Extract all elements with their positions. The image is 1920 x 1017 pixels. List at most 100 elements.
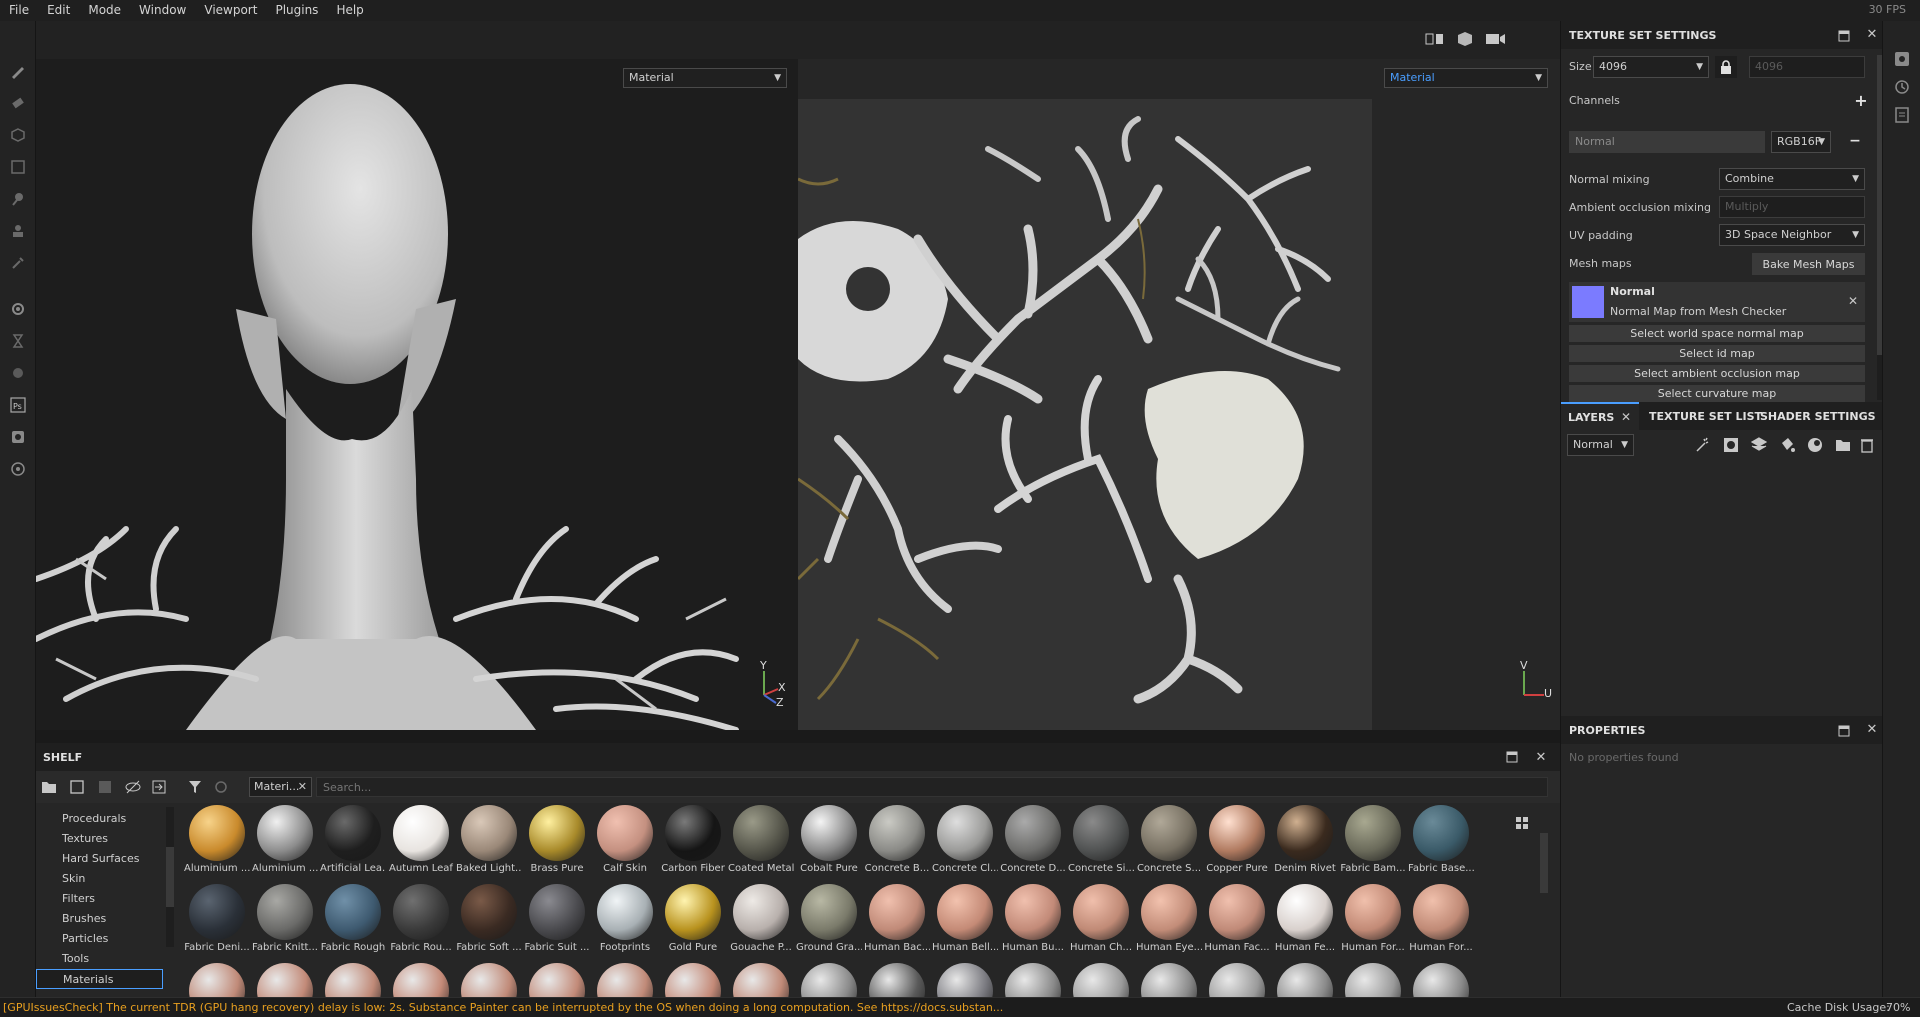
material-thumbnail[interactable]: Concrete Si... — [1068, 805, 1134, 874]
material-thumbnail[interactable] — [660, 963, 726, 997]
close-icon[interactable]: ✕ — [1865, 27, 1879, 42]
menu-file[interactable]: File — [0, 0, 38, 21]
remove-channel-icon[interactable]: − — [1847, 133, 1863, 149]
material-thumbnail[interactable] — [864, 963, 930, 997]
substance-icon[interactable] — [8, 363, 28, 383]
material-thumbnail[interactable]: Denim Rivet — [1272, 805, 1338, 874]
add-layer-icon[interactable] — [1751, 437, 1767, 453]
material-thumbnail[interactable] — [524, 963, 590, 997]
polygon-fill-icon[interactable] — [8, 157, 28, 177]
select-id-map-button[interactable]: Select id map — [1569, 345, 1865, 362]
menu-mode[interactable]: Mode — [79, 0, 130, 21]
clone-stamp-icon[interactable] — [8, 221, 28, 241]
material-thumbnail[interactable]: Concrete Cl... — [932, 805, 998, 874]
close-icon[interactable]: ✕ — [1865, 722, 1879, 737]
material-thumbnail[interactable]: Coated Metal — [728, 805, 794, 874]
menu-help[interactable]: Help — [327, 0, 372, 21]
material-thumbnail[interactable] — [1204, 963, 1270, 997]
add-fill-layer-icon[interactable] — [1779, 437, 1795, 453]
close-icon[interactable]: ✕ — [1533, 749, 1549, 765]
material-thumbnail[interactable]: Fabric Deni... — [184, 884, 250, 953]
category-brushes[interactable]: Brushes — [62, 909, 106, 929]
menu-plugins[interactable]: Plugins — [266, 0, 327, 21]
material-thumbnail[interactable]: Human For... — [1340, 884, 1406, 953]
material-thumbnail[interactable]: Aluminium ... — [184, 805, 250, 874]
display-cube-icon[interactable] — [1454, 29, 1476, 49]
hide-icon[interactable] — [124, 778, 142, 796]
add-smart-material-icon[interactable] — [1807, 437, 1823, 453]
mesh-map-slot-normal[interactable]: Normal Normal Map from Mesh Checker ✕ — [1569, 282, 1865, 322]
material-thumbnail[interactable]: Artificial Lea... — [320, 805, 386, 874]
category-particles[interactable]: Particles — [62, 929, 108, 949]
material-thumbnail[interactable] — [388, 963, 454, 997]
grid-scrollbar[interactable] — [1540, 833, 1548, 893]
channel-format-select[interactable]: RGB16F ▼ — [1771, 131, 1831, 153]
viewport-channel-select-2d[interactable]: Material ▼ — [1384, 68, 1548, 88]
reset-icon[interactable] — [212, 778, 230, 796]
save-icon[interactable] — [96, 778, 114, 796]
viewport-channel-select-3d[interactable]: Material ▼ — [623, 68, 787, 88]
import-icon[interactable] — [150, 778, 168, 796]
close-icon[interactable]: ✕ — [1621, 410, 1631, 424]
material-thumbnail[interactable]: Human Eye... — [1136, 884, 1202, 953]
layer-blend-select[interactable]: Normal ▼ — [1567, 434, 1634, 456]
material-thumbnail[interactable] — [1068, 963, 1134, 997]
material-thumbnail[interactable] — [592, 963, 658, 997]
category-filters[interactable]: Filters — [62, 889, 95, 909]
category-textures[interactable]: Textures — [62, 829, 108, 849]
category-skin[interactable]: Skin — [62, 869, 85, 889]
grid-view-icon[interactable] — [1514, 815, 1530, 831]
material-thumbnail[interactable]: Human Ch... — [1068, 884, 1134, 953]
viewport-2d-uv[interactable]: Material ▼ V U — [798, 59, 1560, 730]
log-icon[interactable] — [1894, 107, 1910, 123]
material-thumbnail[interactable]: Gold Pure — [660, 884, 726, 953]
split-view-icon[interactable] — [1424, 29, 1446, 49]
category-scrollbar[interactable] — [166, 807, 174, 947]
material-thumbnail[interactable]: Carbon Fiber — [660, 805, 726, 874]
settings-gear-icon[interactable] — [8, 299, 28, 319]
normal-mixing-select[interactable]: Combine ▼ — [1719, 168, 1865, 190]
camera-video-icon[interactable] — [1484, 29, 1508, 49]
add-folder-icon[interactable] — [1835, 437, 1851, 453]
tab-shader-settings[interactable]: SHADER SETTINGS — [1760, 410, 1876, 423]
shelf-search-input[interactable] — [316, 777, 1548, 797]
history-icon[interactable] — [1894, 79, 1910, 95]
material-thumbnail[interactable] — [184, 963, 250, 997]
material-thumbnail[interactable]: Brass Pure — [524, 805, 590, 874]
tab-texture-set-list[interactable]: TEXTURE SET LIST — [1649, 410, 1762, 423]
category-tools[interactable]: Tools — [62, 949, 89, 969]
hourglass-icon[interactable] — [8, 331, 28, 351]
material-thumbnail[interactable]: Fabric Base... — [1408, 805, 1474, 874]
float-panel-icon[interactable] — [1837, 724, 1851, 738]
size-select[interactable]: 4096 ▼ — [1593, 56, 1709, 78]
material-thumbnail[interactable] — [456, 963, 522, 997]
material-thumbnail[interactable]: Fabric Rou... — [388, 884, 454, 953]
menu-window[interactable]: Window — [130, 0, 195, 21]
remove-filter-icon[interactable]: ✕ — [298, 778, 307, 796]
photoshop-icon[interactable]: Ps — [8, 395, 28, 415]
material-thumbnail[interactable]: Copper Pure — [1204, 805, 1270, 874]
new-item-icon[interactable] — [68, 778, 86, 796]
layer-stack[interactable] — [1561, 460, 1883, 716]
lock-icon[interactable] — [1715, 56, 1737, 78]
material-thumbnail[interactable]: Human Fac... — [1204, 884, 1270, 953]
add-channel-icon[interactable]: + — [1853, 91, 1869, 110]
plugin-icon[interactable] — [8, 459, 28, 479]
category-procedurals[interactable]: Procedurals — [62, 809, 126, 829]
material-thumbnail[interactable] — [252, 963, 318, 997]
material-thumbnail[interactable]: Human Fe... — [1272, 884, 1338, 953]
material-thumbnail[interactable]: Human Bell... — [932, 884, 998, 953]
material-thumbnail[interactable]: Cobalt Pure — [796, 805, 862, 874]
eraser-icon[interactable] — [8, 93, 28, 113]
material-thumbnail[interactable]: Ground Gra... — [796, 884, 862, 953]
material-thumbnail[interactable]: Gouache P... — [728, 884, 794, 953]
material-thumbnail[interactable] — [1272, 963, 1338, 997]
material-thumbnail[interactable] — [796, 963, 862, 997]
material-thumbnail[interactable]: Concrete B... — [864, 805, 930, 874]
clear-mesh-map-icon[interactable]: ✕ — [1848, 294, 1858, 308]
material-thumbnail[interactable]: Fabric Soft ... — [456, 884, 522, 953]
material-thumbnail[interactable]: Footprints — [592, 884, 658, 953]
material-thumbnail[interactable]: Human For... — [1408, 884, 1474, 953]
menu-edit[interactable]: Edit — [38, 0, 79, 21]
category-materials[interactable]: Materials — [36, 969, 163, 989]
